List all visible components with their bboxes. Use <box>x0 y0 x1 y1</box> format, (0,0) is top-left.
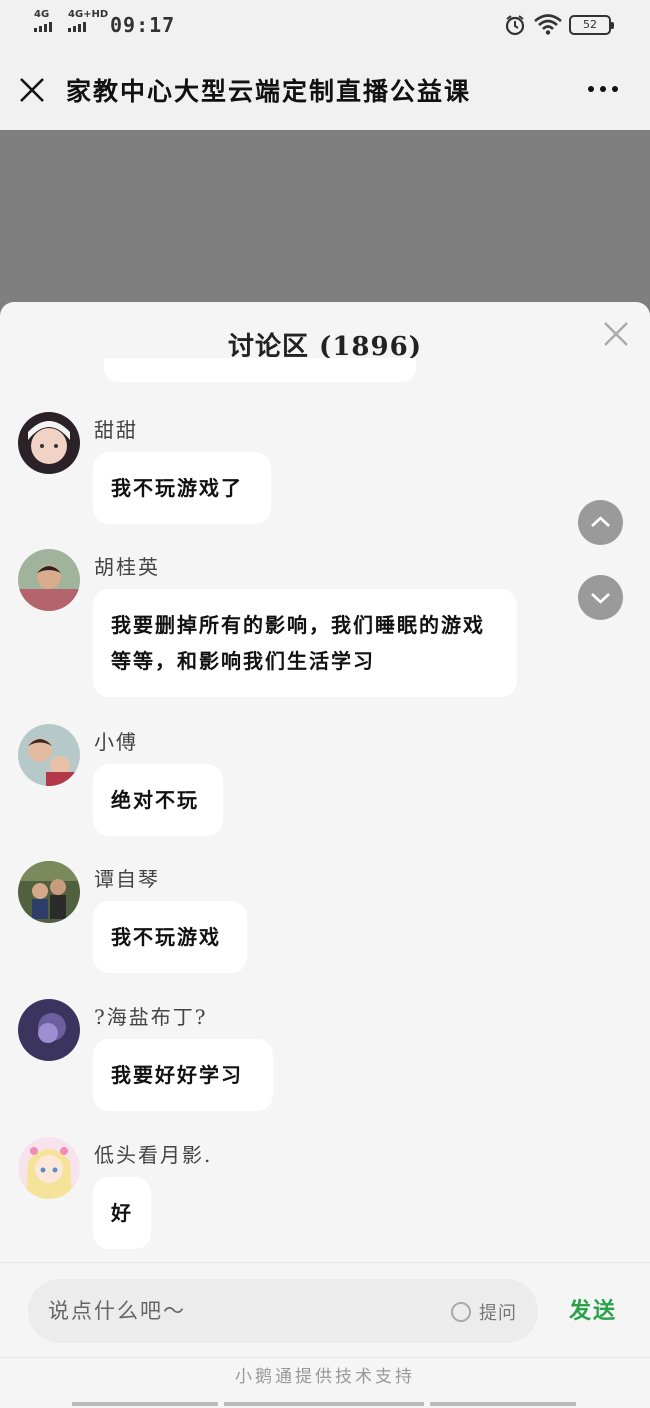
nav-bar: 家教中心大型云端定制直播公益课 <box>0 50 650 130</box>
clock: 09:17 <box>110 13 176 37</box>
tech-support-footer: 小鹅通提供技术支持 <box>235 1367 415 1387</box>
chevron-down-icon <box>591 593 610 604</box>
home-indicator-segment <box>224 1402 424 1406</box>
ask-question-label: 提问 <box>479 1303 517 1324</box>
more-options-icon[interactable] <box>588 86 618 92</box>
signal-1: 4G <box>34 10 52 32</box>
avatar <box>18 999 80 1061</box>
video-area <box>0 130 650 310</box>
discussion-panel: 讨论区 (1896) 甜甜 我不玩游戏了 胡桂英 我要删掉所有的影响，我们睡眠的… <box>0 302 650 1408</box>
battery-icon: 52 <box>569 15 614 35</box>
panel-close-icon[interactable] <box>602 320 630 348</box>
radio-icon[interactable] <box>451 1302 471 1322</box>
send-button[interactable]: 发送 <box>569 1293 617 1325</box>
username: 谭自琴 <box>94 867 160 891</box>
page-title: 家教中心大型云端定制直播公益课 <box>66 77 472 106</box>
signal-bars-icon <box>34 22 52 32</box>
message-bubble: 好 <box>93 1177 151 1249</box>
signal-bars-icon <box>68 22 108 32</box>
home-indicator-segment <box>72 1402 218 1406</box>
input-bar: 提问 发送 <box>0 1262 650 1358</box>
message-bubble: 我不玩游戏 <box>93 901 247 973</box>
scroll-up-button[interactable] <box>578 500 623 545</box>
avatar <box>18 412 80 474</box>
previous-message-bubble <box>104 358 416 382</box>
username: 小傅 <box>94 730 138 754</box>
close-icon[interactable] <box>18 76 46 104</box>
comment-input[interactable] <box>48 1279 428 1343</box>
comment-input-box: 提问 <box>28 1279 538 1343</box>
message-bubble: 我要删掉所有的影响，我们睡眠的游戏等等，和影响我们生活学习 <box>93 589 517 697</box>
avatar <box>18 724 80 786</box>
scroll-down-button[interactable] <box>578 575 623 620</box>
signal-1-label: 4G <box>34 9 50 20</box>
wifi-icon <box>534 14 562 35</box>
username: 低头看月影. <box>94 1143 213 1167</box>
message-bubble: 我不玩游戏了 <box>93 452 271 524</box>
chevron-up-icon <box>591 516 610 527</box>
ask-question-toggle[interactable]: 提问 <box>451 1299 517 1325</box>
status-bar: 4G 4G+HD 09:17 52 <box>0 0 650 50</box>
avatar <box>18 861 80 923</box>
alarm-icon <box>505 15 525 36</box>
message-bubble: 我要好好学习 <box>93 1039 273 1111</box>
avatar <box>18 549 80 611</box>
signal-2-label: 4G+HD <box>68 9 109 20</box>
message-bubble: 绝对不玩 <box>93 764 223 836</box>
username: 甜甜 <box>94 418 138 442</box>
signal-2: 4G+HD <box>68 10 108 32</box>
username: ?海盐布丁? <box>94 1005 208 1029</box>
username: 胡桂英 <box>94 555 160 579</box>
avatar <box>18 1137 80 1199</box>
home-indicator-segment <box>430 1402 576 1406</box>
